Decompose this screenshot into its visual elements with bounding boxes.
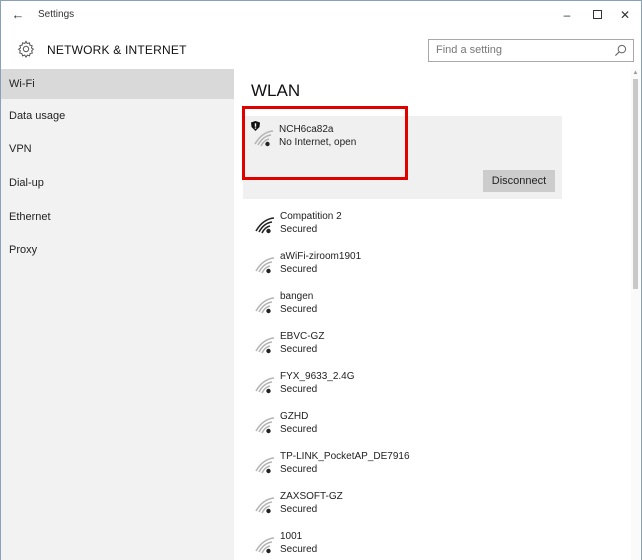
network-name: bangen bbox=[280, 291, 314, 302]
network-status: Secured bbox=[280, 264, 318, 275]
network-list-item[interactable]: ZAXSOFT-GZ Secured bbox=[254, 491, 594, 531]
wifi-full-icon bbox=[255, 217, 274, 234]
gear-icon bbox=[17, 40, 35, 58]
network-name: GZHD bbox=[280, 411, 309, 422]
disconnect-button[interactable]: Disconnect bbox=[483, 170, 555, 192]
main-content: WLAN NCH6ca82a No Internet, open Disconn… bbox=[234, 69, 641, 560]
maximize-button[interactable] bbox=[585, 5, 609, 25]
settings-window: ← Settings – ✕ NETWORK & INTERNET Find a… bbox=[0, 0, 642, 560]
network-status: Secured bbox=[280, 544, 318, 555]
wifi-weak-icon bbox=[255, 457, 274, 474]
wifi-weak-icon bbox=[255, 497, 274, 514]
network-name: TP-LINK_PocketAP_DE7916 bbox=[280, 451, 410, 462]
section-title: NETWORK & INTERNET bbox=[47, 43, 187, 57]
network-status: Secured bbox=[280, 384, 318, 395]
window-title: Settings bbox=[38, 9, 75, 20]
network-status: Secured bbox=[280, 224, 318, 235]
network-name: ZAXSOFT-GZ bbox=[280, 491, 343, 502]
highlight-box bbox=[242, 106, 408, 180]
search-input[interactable]: Find a setting bbox=[428, 39, 634, 62]
wifi-weak-icon bbox=[255, 337, 274, 354]
search-placeholder: Find a setting bbox=[436, 44, 503, 56]
network-list-item[interactable]: TP-LINK_PocketAP_DE7916 Secured bbox=[254, 451, 594, 491]
sidebar-item-vpn[interactable]: VPN bbox=[1, 134, 234, 164]
wifi-weak-icon bbox=[255, 537, 274, 554]
sidebar-item-data-usage[interactable]: Data usage bbox=[1, 101, 234, 131]
wifi-weak-icon bbox=[255, 257, 274, 274]
network-name: Compatition 2 bbox=[280, 211, 342, 222]
wifi-weak-icon bbox=[255, 417, 274, 434]
close-button[interactable]: ✕ bbox=[613, 5, 637, 25]
maximize-icon bbox=[592, 10, 602, 20]
sidebar: Wi-Fi Data usage VPN Dial-up Ethernet Pr… bbox=[1, 69, 234, 560]
network-name: EBVC-GZ bbox=[280, 331, 325, 342]
network-status: Secured bbox=[280, 504, 318, 515]
network-name: 1001 bbox=[280, 531, 303, 542]
back-arrow-icon[interactable]: ← bbox=[7, 5, 29, 25]
search-icon[interactable] bbox=[614, 44, 627, 57]
sidebar-item-proxy[interactable]: Proxy bbox=[1, 235, 234, 265]
network-status: Secured bbox=[280, 344, 318, 355]
page-title: WLAN bbox=[251, 81, 301, 100]
network-status: Secured bbox=[280, 424, 318, 435]
network-list-item[interactable]: GZHD Secured bbox=[254, 411, 594, 451]
network-list-item[interactable]: aWiFi-ziroom1901 Secured bbox=[254, 251, 594, 291]
network-status: Secured bbox=[280, 464, 318, 475]
scrollbar[interactable]: ▲ bbox=[631, 69, 640, 560]
wifi-weak-icon bbox=[255, 297, 274, 314]
title-bar: ← Settings – ✕ bbox=[1, 1, 641, 29]
network-status: Secured bbox=[280, 304, 318, 315]
minimize-button[interactable]: – bbox=[555, 5, 579, 25]
scroll-up-arrow-icon[interactable]: ▲ bbox=[632, 69, 639, 77]
sidebar-item-wifi[interactable]: Wi-Fi bbox=[1, 69, 234, 99]
page-header: NETWORK & INTERNET Find a setting bbox=[1, 33, 641, 67]
network-list-item[interactable]: Compatition 2 Secured bbox=[254, 211, 594, 251]
network-list-item[interactable]: FYX_9633_2.4G Secured bbox=[254, 371, 594, 411]
network-name: FYX_9633_2.4G bbox=[280, 371, 355, 382]
network-list-item[interactable]: 1001 Secured bbox=[254, 531, 594, 560]
sidebar-item-ethernet[interactable]: Ethernet bbox=[1, 202, 234, 232]
network-list-item[interactable]: EBVC-GZ Secured bbox=[254, 331, 594, 371]
sidebar-item-dial-up[interactable]: Dial-up bbox=[1, 168, 234, 198]
scrollbar-thumb[interactable] bbox=[633, 79, 638, 289]
wifi-weak-icon bbox=[255, 377, 274, 394]
network-name: aWiFi-ziroom1901 bbox=[280, 251, 362, 262]
network-list-item[interactable]: bangen Secured bbox=[254, 291, 594, 331]
